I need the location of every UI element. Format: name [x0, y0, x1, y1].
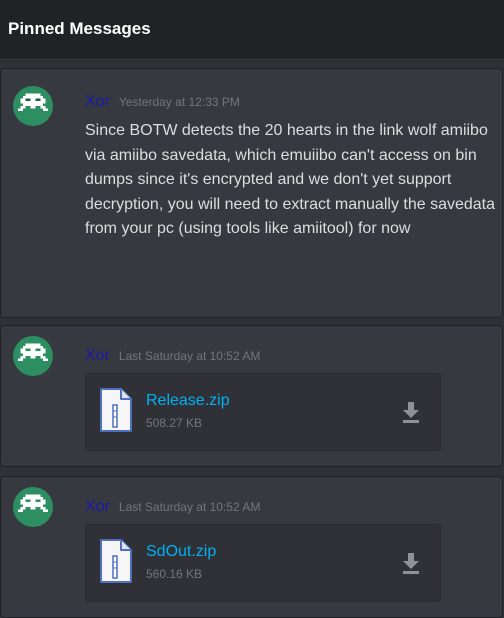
archive-file-icon: [100, 539, 132, 583]
file-size: 508.27 KB: [146, 416, 203, 430]
avatar[interactable]: [13, 487, 53, 527]
file-attachment: SdOut.zip 560.16 KB: [85, 524, 441, 602]
message-text: Since BOTW detects the 20 hearts in the …: [85, 122, 496, 237]
pinned-message-2[interactable]: Xor Last Saturday at 10:52 AM Release.zi…: [0, 325, 503, 467]
message-meta: Xor Yesterday at 12:33 PM: [85, 93, 240, 111]
avatar[interactable]: [13, 336, 53, 376]
message-meta: Xor Last Saturday at 10:52 AM: [85, 498, 260, 516]
download-icon[interactable]: [400, 551, 422, 575]
timestamp: Last Saturday at 10:52 AM: [118, 349, 261, 363]
space-invader-icon: [18, 93, 48, 111]
file-name-link[interactable]: SdOut.zip: [146, 543, 216, 561]
pinned-message-3[interactable]: Xor Last Saturday at 10:52 AM SdOut.zip …: [0, 476, 503, 618]
file-name-link[interactable]: Release.zip: [146, 392, 230, 410]
pinned-messages-header: Pinned Messages: [0, 0, 504, 58]
space-invader-icon: [18, 494, 48, 512]
archive-file-icon: [100, 388, 132, 432]
timestamp: Yesterday at 12:33 PM: [118, 95, 240, 109]
timestamp: Last Saturday at 10:52 AM: [118, 500, 261, 514]
username[interactable]: Xor: [85, 93, 110, 111]
file-size: 560.16 KB: [146, 567, 203, 581]
file-attachment: Release.zip 508.27 KB: [85, 373, 441, 451]
avatar[interactable]: [13, 86, 53, 126]
username[interactable]: Xor: [85, 498, 110, 516]
space-invader-icon: [18, 343, 48, 361]
header-title: Pinned Messages: [8, 18, 151, 38]
download-icon[interactable]: [400, 400, 422, 424]
username[interactable]: Xor: [85, 347, 110, 365]
message-meta: Xor Last Saturday at 10:52 AM: [85, 347, 260, 365]
pinned-message-1[interactable]: Xor Yesterday at 12:33 PM Since BOTW det…: [0, 68, 503, 318]
